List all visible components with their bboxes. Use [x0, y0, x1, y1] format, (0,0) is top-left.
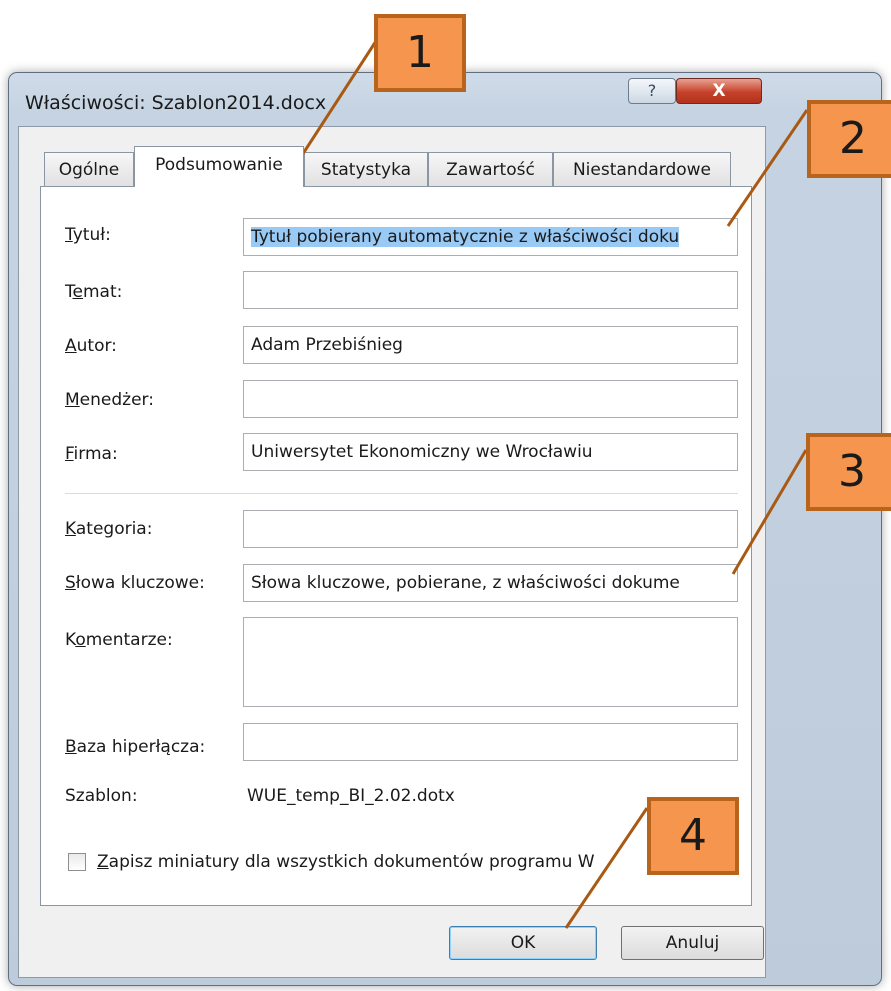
tab-contents[interactable]: Zawartość — [428, 152, 553, 186]
close-icon: X — [712, 81, 726, 101]
question-icon: ? — [647, 81, 657, 100]
cancel-button[interactable]: Anuluj — [621, 926, 764, 960]
callout-3: 3 — [806, 433, 891, 511]
manager-label: Menedżer: — [65, 390, 154, 410]
subject-label: Temat: — [65, 282, 123, 302]
title-field[interactable]: Tytuł pobierany automatycznie z właściwo… — [243, 218, 738, 256]
tab-general[interactable]: Ogólne — [44, 152, 134, 186]
manager-field[interactable] — [243, 380, 738, 418]
company-field[interactable]: Uniwersytet Ekonomiczny we Wrocławiu — [243, 433, 738, 471]
comments-label: Komentarze: — [65, 630, 173, 650]
hyperlink-base-field[interactable] — [243, 723, 738, 761]
keywords-field[interactable]: Słowa kluczowe, pobierane, z właściwości… — [243, 564, 738, 602]
company-label: Firma: — [65, 444, 118, 464]
comments-field[interactable] — [243, 617, 738, 707]
help-button[interactable]: ? — [628, 78, 676, 104]
callout-2: 2 — [807, 100, 891, 178]
keywords-label: Słowa kluczowe: — [65, 573, 205, 593]
save-thumbnails-label[interactable]: Zapisz miniatury dla wszystkich dokument… — [97, 852, 595, 872]
template-label: Szablon: — [65, 786, 138, 806]
author-label: Autor: — [65, 336, 117, 356]
save-thumbnails-checkbox[interactable] — [68, 853, 86, 871]
tab-summary[interactable]: Podsumowanie — [134, 146, 304, 187]
hyperlink-base-label: Baza hiperłącza: — [65, 737, 206, 757]
category-label: Kategoria: — [65, 519, 153, 539]
section-divider — [65, 493, 738, 494]
title-value: Tytuł pobierany automatycznie z właściwo… — [251, 227, 680, 247]
close-button[interactable]: X — [676, 78, 762, 104]
template-value: WUE_temp_BI_2.02.dotx — [247, 786, 455, 806]
author-field[interactable]: Adam Przebiśnieg — [243, 326, 738, 364]
title-label: Tytuł: — [65, 225, 111, 245]
tab-statistics[interactable]: Statystyka — [304, 152, 428, 186]
category-field[interactable] — [243, 510, 738, 548]
callout-1: 1 — [374, 14, 466, 92]
ok-button[interactable]: OK — [449, 926, 597, 960]
tab-custom[interactable]: Niestandardowe — [553, 152, 731, 186]
window-title: Właściwości: Szablon2014.docx — [25, 92, 327, 114]
callout-4: 4 — [647, 797, 739, 875]
subject-field[interactable] — [243, 271, 738, 309]
